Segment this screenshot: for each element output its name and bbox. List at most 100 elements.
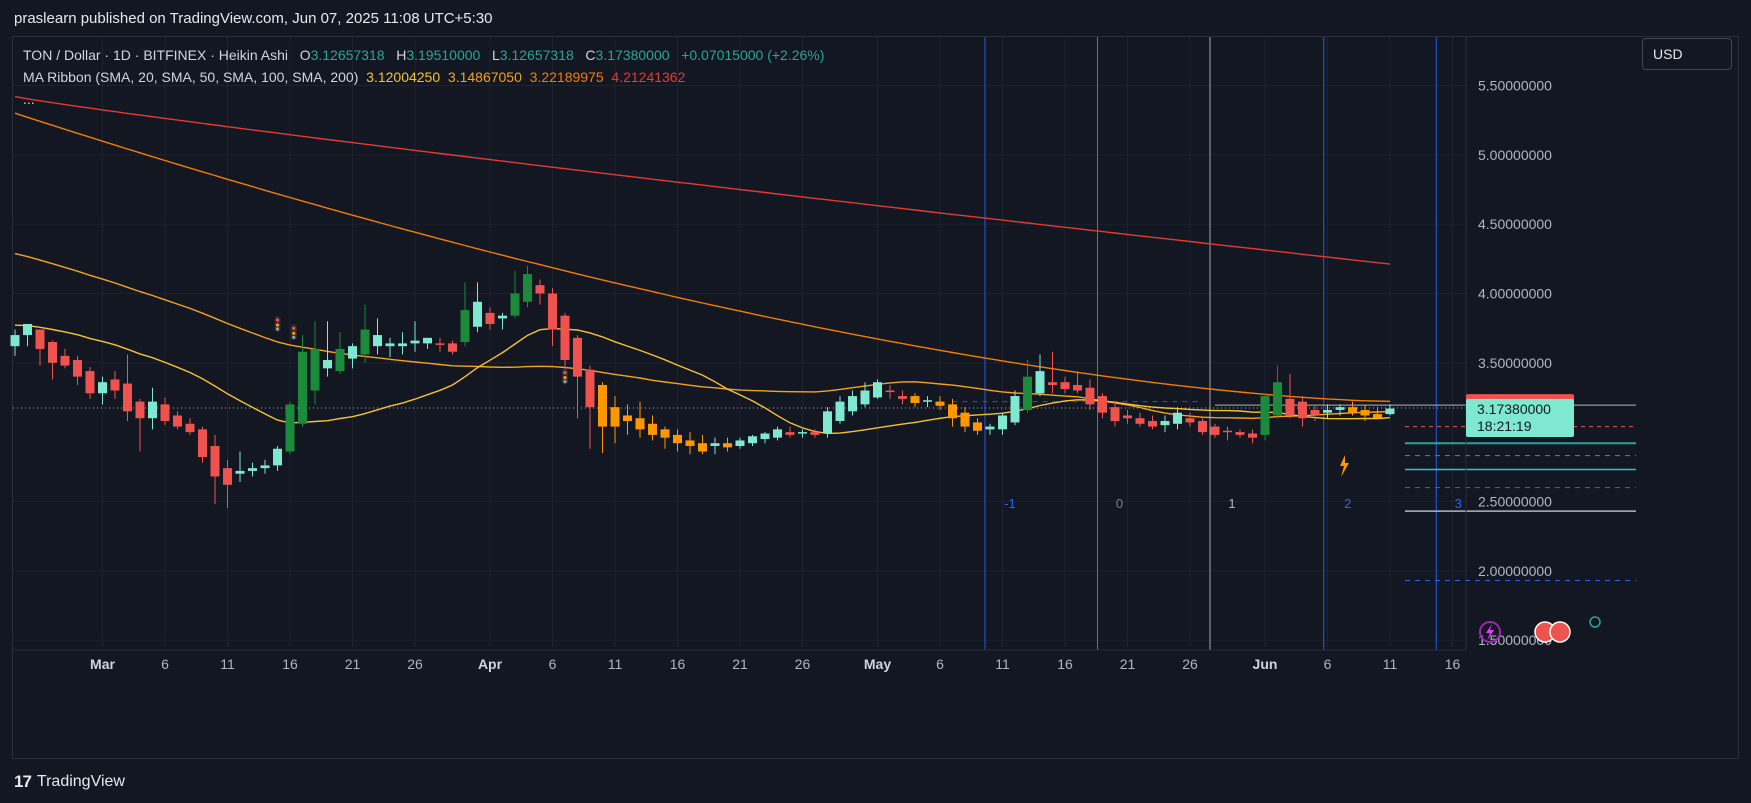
ma-ribbon-title: MA Ribbon (SMA, 20, SMA, 50, SMA, 100, S… xyxy=(23,69,359,85)
candle xyxy=(660,426,670,449)
candle-body xyxy=(1298,401,1307,419)
candle xyxy=(160,397,170,426)
candle-body xyxy=(235,470,245,474)
candle xyxy=(710,437,720,455)
candle-body xyxy=(1023,376,1032,410)
candle xyxy=(985,423,995,435)
candle xyxy=(348,343,357,369)
candle-body xyxy=(273,448,282,466)
candle-body xyxy=(398,343,407,347)
candle-body xyxy=(1035,371,1045,394)
time-tick-label: Mar xyxy=(90,656,115,672)
time-tick-label: May xyxy=(864,656,891,672)
candle xyxy=(773,426,782,441)
candle xyxy=(885,384,895,399)
price-chart[interactable]: -1 0 1 2 3 5.50000000 5.00000000 4.50000000 4.0… xyxy=(0,0,1751,803)
candle-body xyxy=(710,443,720,446)
candle xyxy=(1010,390,1020,426)
candle-body xyxy=(1160,421,1170,426)
ma200-value: 4.21241362 xyxy=(611,69,686,85)
candle-body xyxy=(498,315,507,319)
candle xyxy=(423,337,432,349)
low-value: 3.12657318 xyxy=(499,47,574,63)
cycle-label: -1 xyxy=(1004,496,1016,511)
time-tick-label: 26 xyxy=(795,656,811,672)
time-tick-label: 16 xyxy=(1057,656,1073,672)
cycle-label: 0 xyxy=(1116,496,1123,511)
candle-body xyxy=(110,379,120,391)
grid-lines xyxy=(13,37,1466,647)
legend-more-button[interactable]: ... xyxy=(23,88,824,110)
cycle-label: 3 xyxy=(1455,496,1462,511)
price-tick-label: 5.00000000 xyxy=(1478,147,1552,163)
candle-body xyxy=(1260,396,1270,435)
signal-icon-dot xyxy=(292,326,296,330)
candle xyxy=(298,335,307,427)
candle-body xyxy=(698,443,707,452)
candle-body xyxy=(860,390,870,405)
candle-body xyxy=(910,396,920,403)
price-tick-label: 2.50000000 xyxy=(1478,493,1552,509)
candle xyxy=(948,398,957,427)
candle-body xyxy=(385,343,395,347)
time-axis: Mar 6 11 16 21 26 Apr 6 11 16 21 26 May 6 11 16 21 26 Jun 6… xyxy=(13,649,1466,672)
close-label: C xyxy=(585,47,596,63)
symbol-info[interactable]: TON / Dollar · 1D · BITFINEX · Heikin As… xyxy=(23,47,288,63)
candle xyxy=(1223,426,1232,441)
candle-body xyxy=(685,440,695,446)
us-flag-icon xyxy=(1549,621,1571,643)
tradingview-logo[interactable]: 17 TradingView xyxy=(14,772,125,792)
candle-body xyxy=(335,348,345,372)
candle xyxy=(473,282,482,333)
candle xyxy=(873,379,882,399)
price-tick-label: 4.50000000 xyxy=(1478,216,1552,232)
candle-body xyxy=(1173,412,1182,424)
ma20-value: 3.12004250 xyxy=(366,69,441,85)
cycle-label: 2 xyxy=(1344,496,1351,511)
legend-ma-ribbon[interactable]: MA Ribbon (SMA, 20, SMA, 50, SMA, 100, S… xyxy=(23,66,824,88)
candle-body xyxy=(998,415,1007,430)
candle xyxy=(235,451,245,483)
candle-body xyxy=(1048,382,1057,385)
candle xyxy=(1248,429,1257,444)
lightning-marker-icon xyxy=(1340,455,1349,477)
signal-icon-dot xyxy=(563,380,567,384)
candle-body xyxy=(173,415,182,427)
candle-body xyxy=(885,390,895,393)
candle xyxy=(485,307,495,330)
currency-button[interactable]: USD xyxy=(1642,38,1732,70)
time-tick-label: 6 xyxy=(1324,656,1332,672)
candle-body xyxy=(85,371,95,394)
candle-body xyxy=(348,346,357,359)
candle-body xyxy=(548,293,557,330)
time-tick-label: 16 xyxy=(1445,656,1461,672)
candle-body xyxy=(10,335,20,347)
candle xyxy=(648,415,657,441)
high-value: 3.19510000 xyxy=(406,47,481,63)
price-tick-label: 4.00000000 xyxy=(1478,285,1552,301)
candle xyxy=(148,387,157,430)
candle xyxy=(173,411,182,430)
candle-body xyxy=(210,445,220,477)
candle-body xyxy=(973,422,982,431)
time-tick-label: 6 xyxy=(936,656,944,672)
candle xyxy=(748,434,757,446)
candle xyxy=(310,321,320,405)
candle xyxy=(698,434,707,455)
candle-body xyxy=(1348,407,1357,413)
signal-icon-dot xyxy=(292,335,296,339)
candle xyxy=(323,321,332,377)
candle-body xyxy=(660,429,670,438)
candle-body xyxy=(148,401,157,419)
candle xyxy=(110,371,120,399)
candle xyxy=(498,312,507,330)
candle-body xyxy=(1135,418,1145,424)
time-tick-label: 26 xyxy=(1182,656,1198,672)
time-tick-label: 6 xyxy=(549,656,557,672)
candle-body xyxy=(648,423,657,435)
candle-body xyxy=(760,433,770,440)
event-icons xyxy=(274,315,1601,643)
signal-icon-dot xyxy=(292,331,296,335)
candle-body xyxy=(585,369,595,408)
tradingview-brand-text: TradingView xyxy=(36,773,125,790)
